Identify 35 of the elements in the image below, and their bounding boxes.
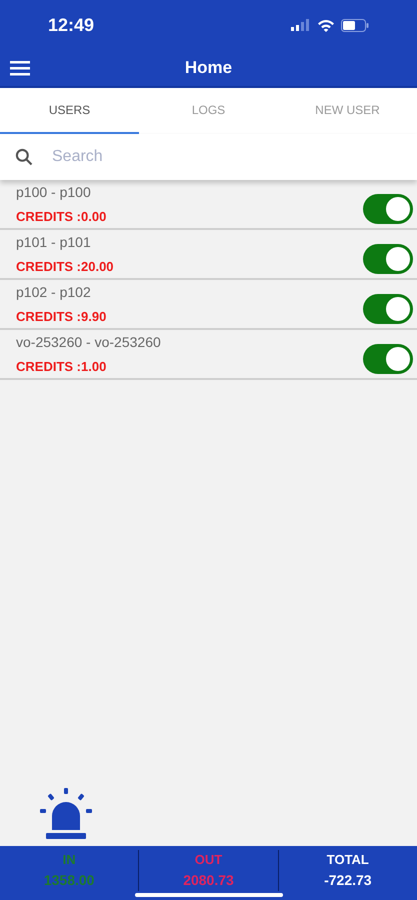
wifi-icon [317,18,335,32]
user-name: p102 - p102 [16,282,92,302]
user-credits: CREDITS :1.00 [16,358,108,376]
user-credits: CREDITS :9.90 [16,308,106,326]
signal-icon [291,19,311,31]
menu-button[interactable] [8,58,32,78]
total-label: OUT [194,851,222,869]
user-credits: CREDITS :0.00 [16,208,106,226]
search-bar[interactable]: Search [0,134,417,180]
status-time: 12:49 [48,14,94,36]
toggle-switch[interactable] [363,294,413,324]
tab[interactable]: LOGS [139,88,278,134]
tab[interactable]: NEW USER [278,88,417,134]
toggle-switch[interactable] [363,244,413,274]
user-row[interactable]: vo-253260 - vo-253260 CREDITS :1.00 [0,330,417,380]
total-label: IN [62,851,76,869]
total-value: 2080.73 [183,870,234,890]
user-name: vo-253260 - vo-253260 [16,332,161,352]
user-row[interactable]: p101 - p101 CREDITS :20.00 [0,230,417,280]
siren-icon [40,788,92,840]
battery-icon [341,18,369,32]
user-row[interactable]: p102 - p102 CREDITS :9.90 [0,280,417,330]
user-credits: CREDITS :20.00 [16,258,114,276]
total-value: 1358.00 [44,870,94,890]
menu-icon [10,60,30,76]
user-name: p101 - p101 [16,232,92,252]
user-name: p100 - p100 [16,182,92,202]
header-title: Home [184,57,232,80]
total-label: TOTAL [326,851,369,869]
search-field[interactable]: Search [52,134,403,180]
search-icon [14,147,34,167]
total-value: -722.73 [324,870,372,890]
toggle-switch[interactable] [363,344,413,374]
user-row[interactable]: p100 - p100 CREDITS :0.00 [0,180,417,230]
toggle-switch[interactable] [363,194,413,224]
